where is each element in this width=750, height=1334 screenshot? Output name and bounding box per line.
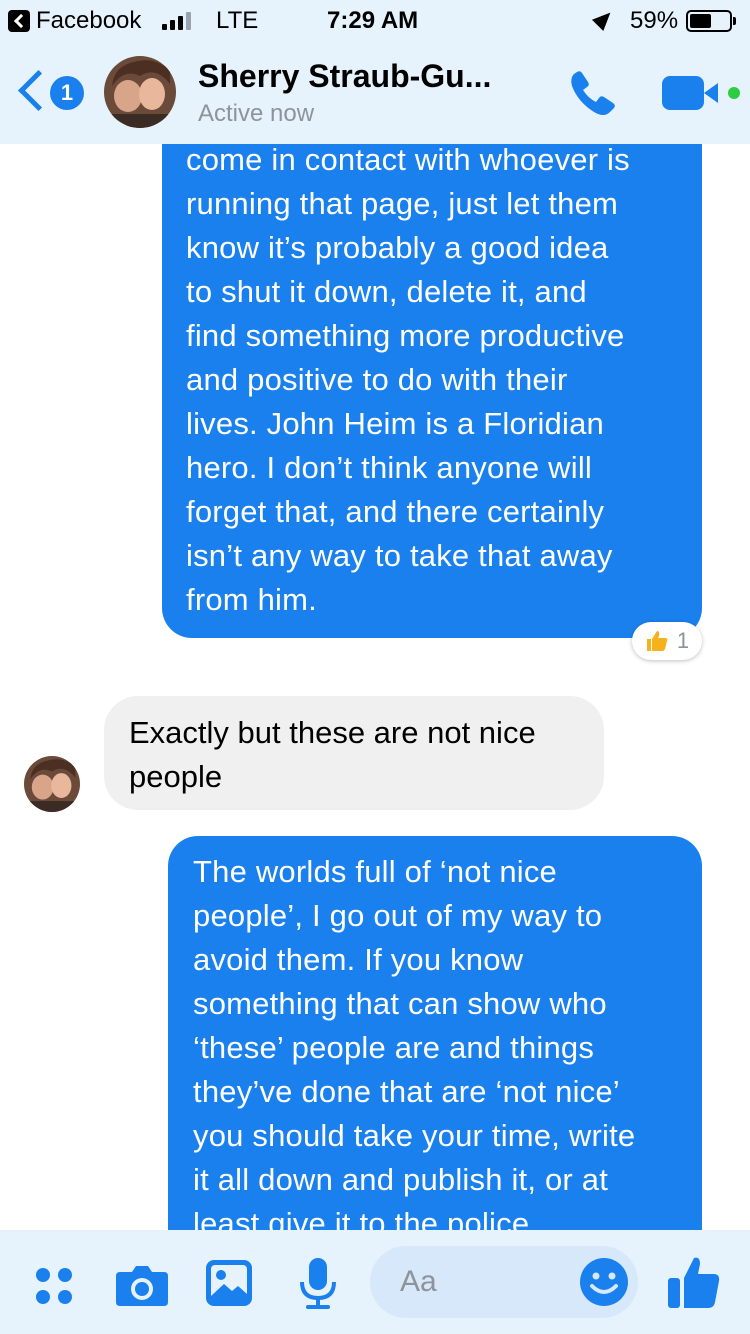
microphone-icon[interactable]	[298, 1258, 338, 1310]
back-to-app-label: Facebook	[36, 7, 142, 34]
outgoing-message[interactable]: come in contact with whoever is running …	[162, 144, 702, 638]
emoji-icon[interactable]	[580, 1258, 628, 1306]
message-line: know it’s probably a good idea	[186, 230, 609, 265]
message-line: ‘these’ people are and things	[193, 1030, 595, 1065]
message-line: Exactly but these are not nice	[129, 715, 536, 750]
back-to-app[interactable]: Facebook	[8, 7, 141, 35]
outgoing-message[interactable]: The worlds full of ‘not nice people’, I …	[168, 836, 702, 1230]
camera-icon[interactable]	[116, 1262, 168, 1306]
video-camera-icon	[662, 76, 704, 110]
contact-name[interactable]: Sherry Straub-Gu...	[198, 58, 491, 95]
thumbs-up-icon	[646, 631, 668, 651]
contact-avatar-small[interactable]	[24, 756, 80, 812]
message-line: forget that, and there certainly	[186, 494, 605, 529]
contact-avatar[interactable]	[104, 56, 176, 128]
battery-icon	[686, 10, 736, 32]
phone-call-button[interactable]	[566, 68, 622, 118]
more-apps-icon[interactable]	[36, 1268, 76, 1308]
message-line: come in contact with whoever is	[186, 144, 630, 177]
reaction-badge[interactable]: 1	[632, 622, 702, 660]
message-line: find something more productive	[186, 318, 625, 353]
message-line: isn’t any way to take that away	[186, 538, 613, 573]
message-input[interactable]: Aa	[370, 1246, 638, 1318]
signal-strength-icon	[162, 12, 191, 30]
video-call-button[interactable]	[662, 76, 742, 114]
message-line: to shut it down, delete it, and	[186, 274, 587, 309]
message-line: something that can show who	[193, 986, 607, 1021]
back-to-app-icon	[8, 10, 30, 32]
status-bar: Facebook LTE 7:29 AM 59%	[0, 0, 750, 40]
message-line: The worlds full of ‘not nice	[193, 854, 557, 889]
message-input-placeholder: Aa	[400, 1265, 437, 1298]
message-thread[interactable]: come in contact with whoever is running …	[0, 144, 750, 1230]
message-line: avoid them. If you know	[193, 942, 524, 977]
presence-status: Active now	[198, 100, 315, 127]
message-line: hero. I don’t think anyone will	[186, 450, 592, 485]
message-line: they’ve done that are ‘not nice’	[193, 1074, 620, 1109]
message-line: people’, I go out of my way to	[193, 898, 603, 933]
send-like-button[interactable]	[666, 1254, 722, 1310]
reaction-count: 1	[676, 628, 690, 653]
message-line: least give it to the police	[193, 1206, 530, 1230]
incoming-message[interactable]: Exactly but these are not nice people	[104, 696, 604, 810]
location-arrow-icon	[591, 6, 617, 32]
message-line: it all down and publish it, or at	[193, 1162, 609, 1197]
thumbs-up-icon	[668, 1257, 720, 1308]
message-line: and positive to do with their	[186, 362, 568, 397]
active-dot	[728, 87, 740, 99]
message-line: people	[129, 759, 223, 794]
status-time: 7:29 AM	[327, 7, 419, 34]
message-line: lives. John Heim is a Floridian	[186, 406, 604, 441]
phone-icon	[571, 71, 615, 115]
network-type: LTE	[216, 7, 259, 34]
battery-percent: 59%	[630, 7, 679, 34]
composer-bar: Aa	[0, 1230, 750, 1334]
message-line: you should take your time, write	[193, 1118, 636, 1153]
photo-gallery-icon[interactable]	[206, 1260, 252, 1306]
conversation-header: 1 Sherry Straub-Gu... Active now	[0, 40, 750, 144]
message-line: from him.	[186, 582, 317, 617]
message-line: running that page, just let them	[186, 186, 619, 221]
unread-count-badge[interactable]: 1	[50, 76, 84, 110]
